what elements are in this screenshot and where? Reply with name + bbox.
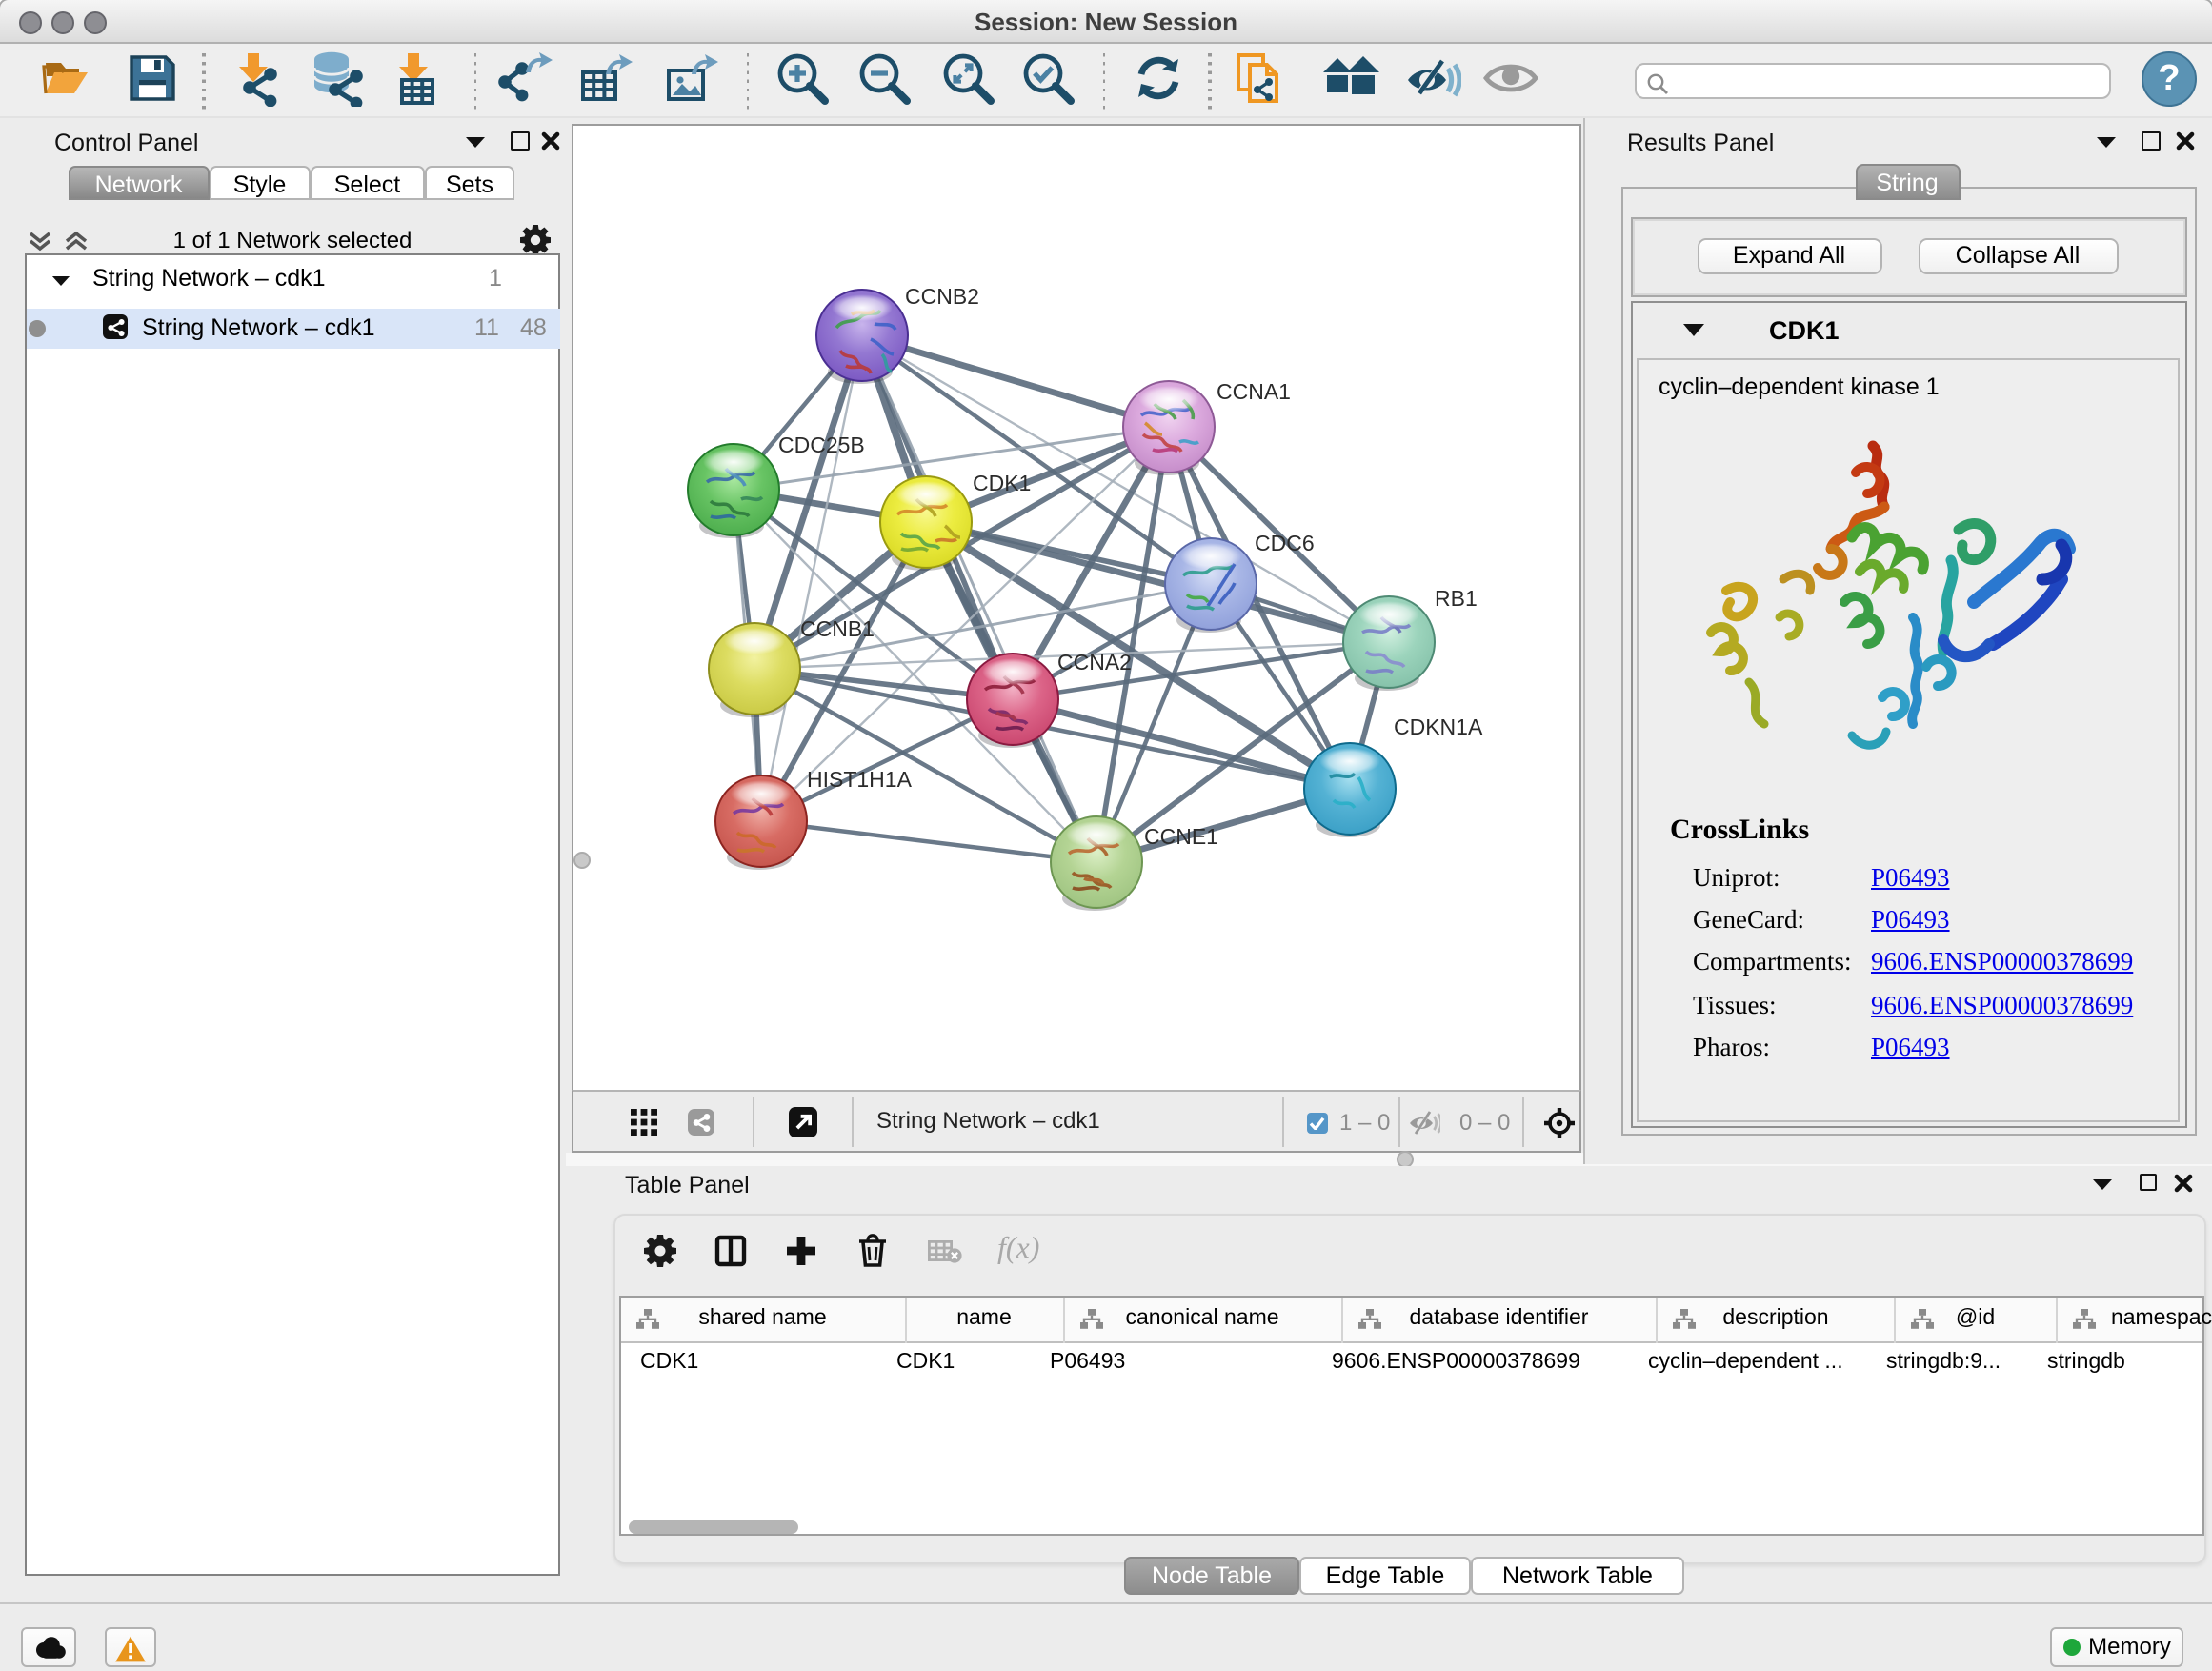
svg-text:CDC25B: CDC25B (777, 432, 864, 456)
svg-text:CDK1: CDK1 (972, 470, 1030, 494)
svg-text:CCNB2: CCNB2 (904, 283, 978, 308)
svg-text:HIST1H1A: HIST1H1A (806, 766, 912, 791)
svg-text:CDC6: CDC6 (1254, 530, 1314, 554)
svg-text:CDKN1A: CDKN1A (1393, 714, 1482, 738)
svg-text:CCNA2: CCNA2 (1056, 649, 1131, 674)
svg-text:CCNE1: CCNE1 (1143, 823, 1217, 848)
svg-text:CCNB1: CCNB1 (799, 615, 874, 640)
svg-text:CCNA1: CCNA1 (1216, 378, 1290, 403)
svg-text:RB1: RB1 (1434, 585, 1477, 610)
